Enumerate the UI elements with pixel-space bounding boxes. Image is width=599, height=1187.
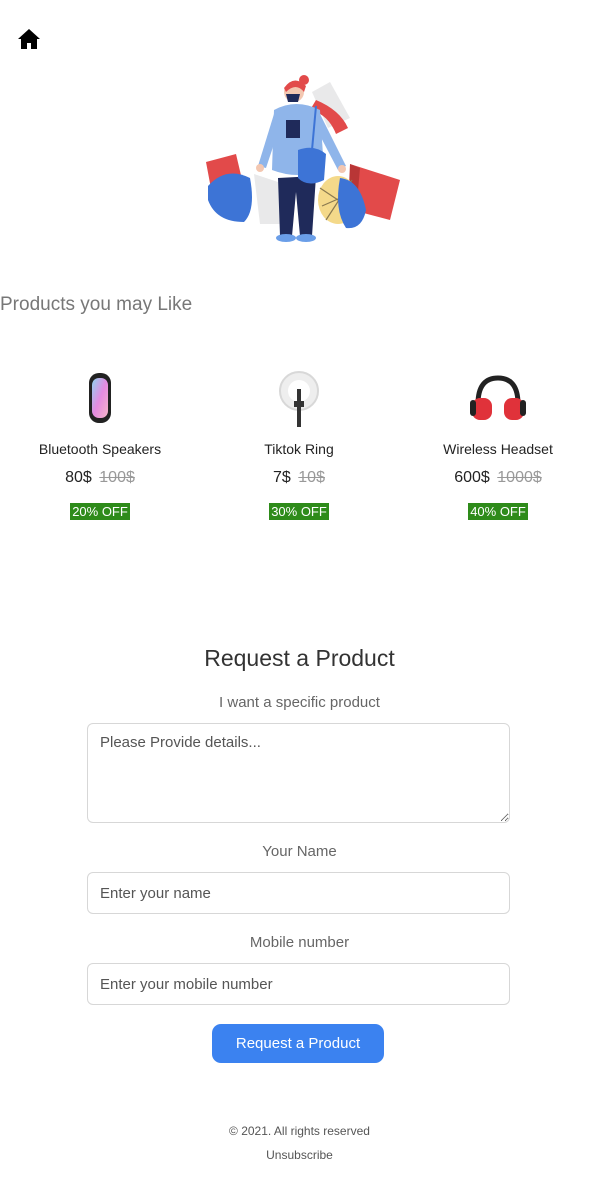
product-name: Tiktok Ring [264, 441, 334, 457]
home-icon[interactable] [17, 28, 41, 50]
mobile-label: Mobile number [249, 934, 350, 951]
product-price: 80$ [65, 469, 92, 486]
product-name: Wireless Headset [443, 441, 553, 457]
product-price-row: 600$ 1000$ [418, 469, 578, 489]
name-label: Your Name [262, 843, 337, 860]
product-price: 7$ [273, 469, 291, 486]
product-card-tiktok-ring[interactable]: Tiktok Ring 7$ 10$ 30% OFF [219, 365, 379, 521]
product-old-price: 10$ [298, 469, 325, 486]
details-textarea[interactable] [87, 723, 510, 823]
product-old-price: 1000$ [497, 469, 542, 486]
product-price-row: 7$ 10$ [219, 469, 379, 489]
product-old-price: 100$ [99, 469, 135, 486]
ring-light-icon [279, 371, 319, 427]
footer-copyright: © 2021. All rights reserved [229, 1124, 370, 1138]
product-price: 600$ [454, 469, 490, 486]
product-list: Bluetooth Speakers 80$ 100$ 20% OFF Tikt… [0, 365, 599, 535]
shopping-woman-illustration [206, 75, 400, 242]
product-card-bluetooth-speakers[interactable]: Bluetooth Speakers 80$ 100$ 20% OFF [20, 365, 180, 521]
discount-badge: 40% OFF [468, 503, 528, 520]
request-product-button[interactable]: Request a Product [212, 1024, 384, 1063]
unsubscribe-link[interactable]: Unsubscribe [0, 1148, 599, 1162]
product-name: Bluetooth Speakers [38, 441, 162, 457]
request-form-title: Request a Product [204, 645, 395, 671]
mobile-input[interactable] [87, 963, 510, 1005]
speaker-icon [89, 373, 111, 423]
product-card-wireless-headset[interactable]: Wireless Headset 600$ 1000$ 40% OFF [418, 365, 578, 521]
name-input[interactable] [87, 872, 510, 914]
headset-icon [470, 375, 526, 420]
discount-badge: 30% OFF [269, 503, 329, 520]
products-section-title: Products you may Like [0, 294, 193, 315]
discount-badge: 20% OFF [70, 503, 130, 520]
product-price-row: 80$ 100$ [20, 469, 180, 489]
details-label: I want a specific product [219, 694, 380, 711]
